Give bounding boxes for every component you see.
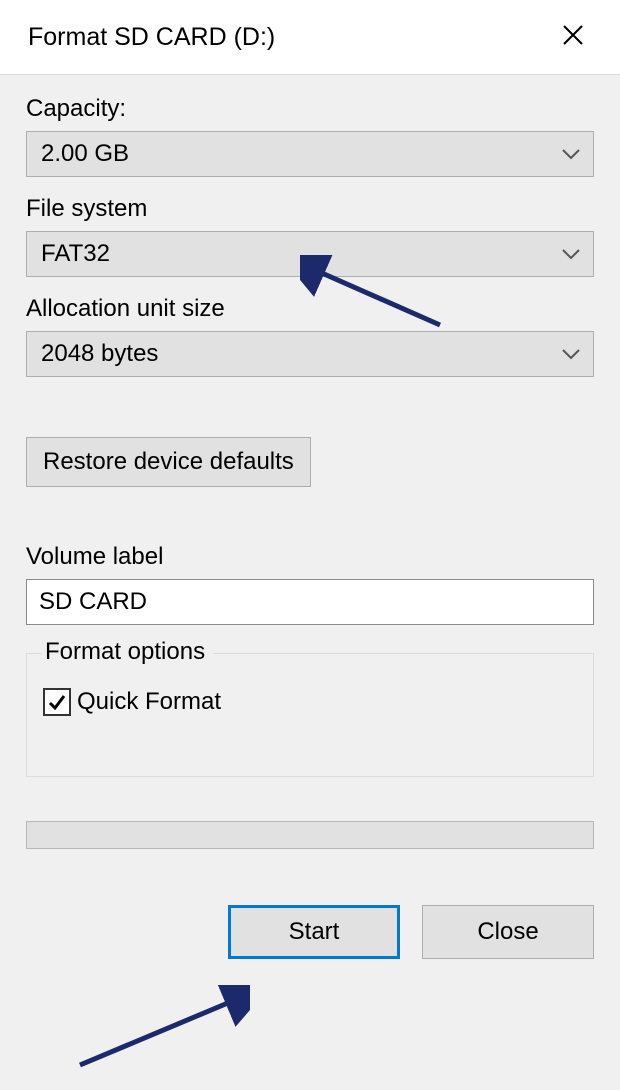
- filesystem-label: File system: [26, 195, 594, 223]
- quick-format-label: Quick Format: [77, 688, 221, 716]
- dialog-button-row: Start Close: [26, 905, 594, 959]
- allocation-label: Allocation unit size: [26, 295, 594, 323]
- chevron-down-icon: [561, 248, 581, 260]
- volume-label-label: Volume label: [26, 543, 594, 571]
- titlebar: Format SD CARD (D:): [0, 0, 620, 74]
- chevron-down-icon: [561, 148, 581, 160]
- close-icon[interactable]: [554, 18, 592, 56]
- chevron-down-icon: [561, 348, 581, 360]
- dialog-content: Capacity: 2.00 GB File system FAT32 Allo…: [0, 74, 620, 1090]
- restore-defaults-button[interactable]: Restore device defaults: [26, 437, 311, 487]
- close-button[interactable]: Close: [422, 905, 594, 959]
- capacity-value: 2.00 GB: [41, 140, 129, 168]
- window-title: Format SD CARD (D:): [28, 23, 275, 52]
- filesystem-value: FAT32: [41, 240, 110, 268]
- volume-label-input[interactable]: [26, 579, 594, 625]
- filesystem-dropdown[interactable]: FAT32: [26, 231, 594, 277]
- allocation-dropdown[interactable]: 2048 bytes: [26, 331, 594, 377]
- format-options-group: Format options Quick Format: [26, 653, 594, 777]
- format-options-legend: Format options: [41, 638, 213, 666]
- capacity-dropdown[interactable]: 2.00 GB: [26, 131, 594, 177]
- quick-format-checkbox[interactable]: [43, 688, 71, 716]
- progress-bar: [26, 821, 594, 849]
- capacity-label: Capacity:: [26, 95, 594, 123]
- allocation-value: 2048 bytes: [41, 340, 158, 368]
- start-button[interactable]: Start: [228, 905, 400, 959]
